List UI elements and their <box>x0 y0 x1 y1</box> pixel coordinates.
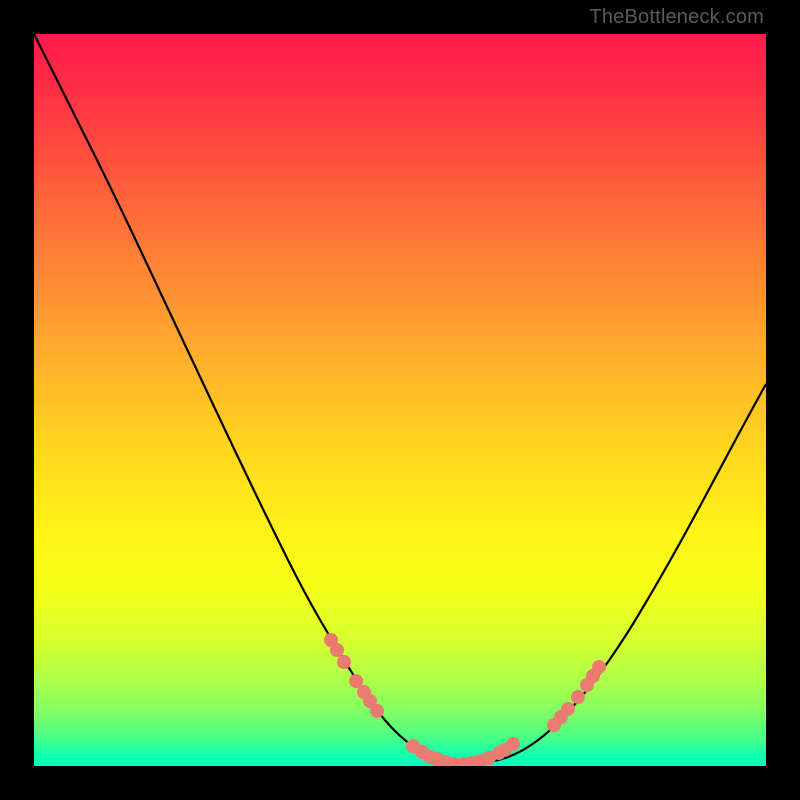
plot-area <box>34 34 766 766</box>
data-point <box>592 660 606 674</box>
dots-layer <box>34 34 766 766</box>
watermark-text: TheBottleneck.com <box>589 6 764 29</box>
data-point <box>370 704 384 718</box>
data-point <box>571 690 585 704</box>
data-point <box>337 655 351 669</box>
data-point <box>561 702 575 716</box>
chart-frame: TheBottleneck.com <box>0 0 800 800</box>
data-point <box>506 737 520 751</box>
